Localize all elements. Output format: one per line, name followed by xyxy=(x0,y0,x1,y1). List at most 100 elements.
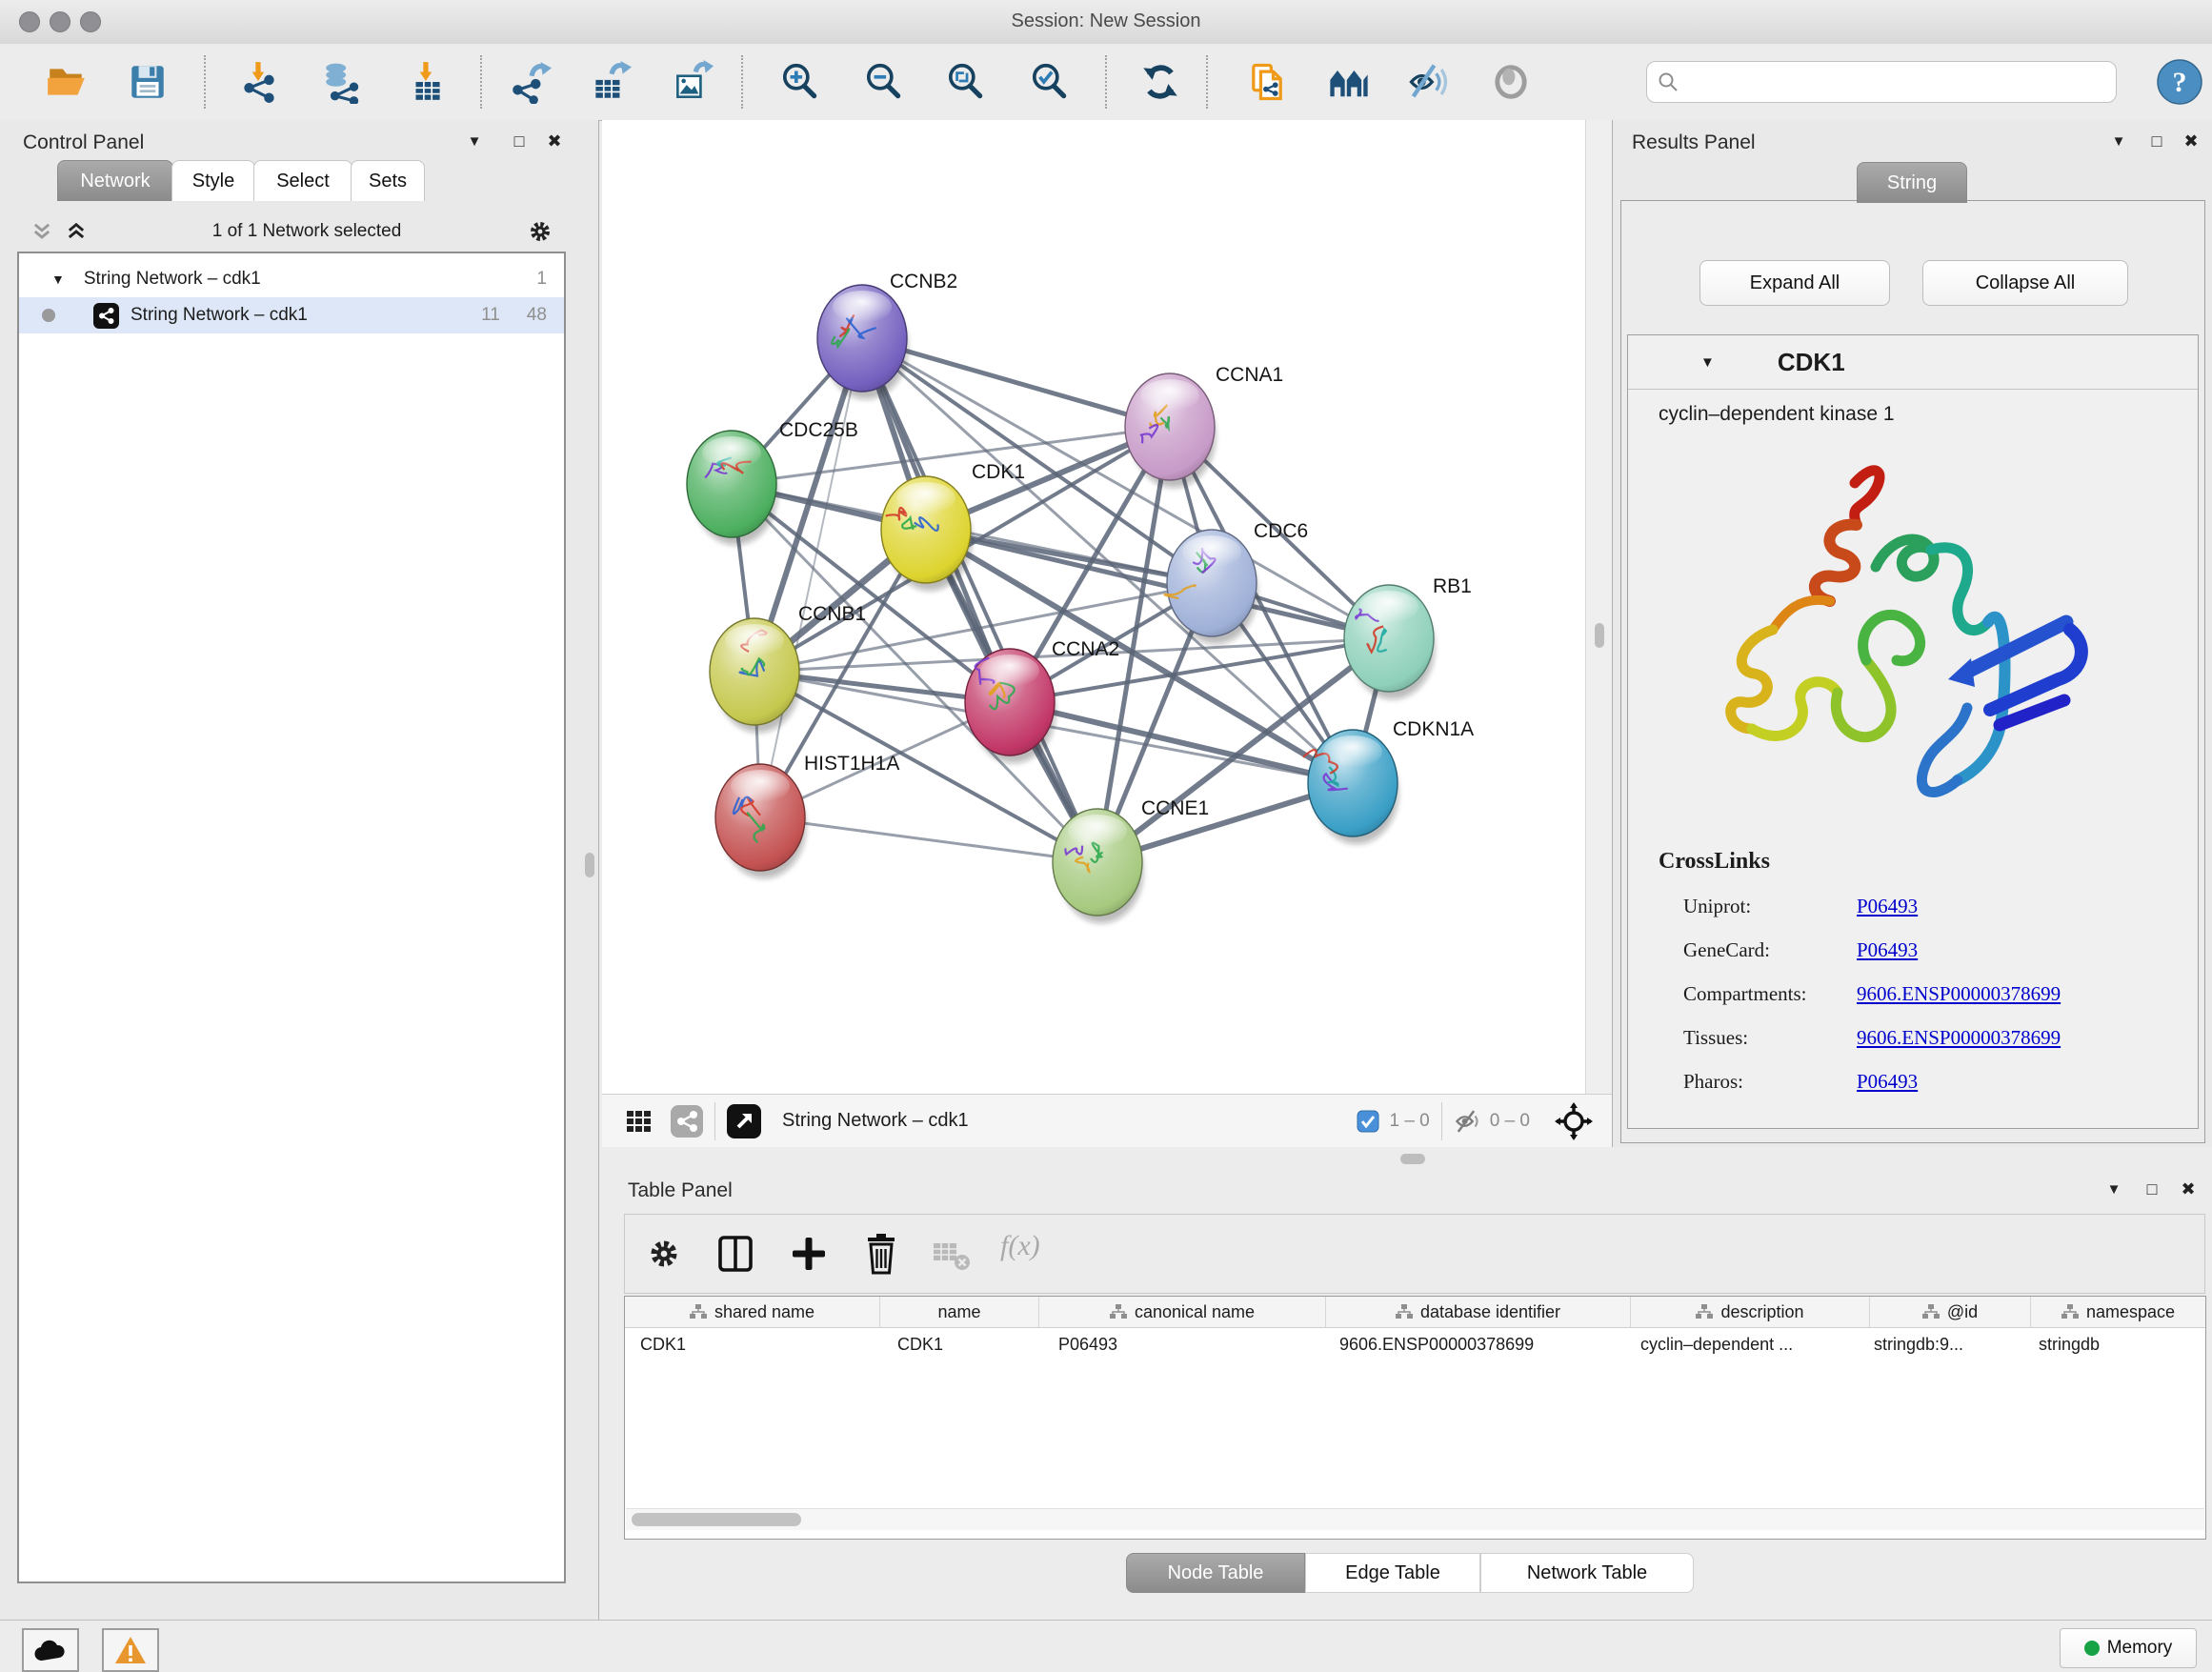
tab-network[interactable]: Network xyxy=(57,160,173,201)
collapse-all-button[interactable]: Collapse All xyxy=(1922,260,2128,306)
open-session-button[interactable] xyxy=(38,53,95,111)
network-node-RB1[interactable]: RB1 xyxy=(1344,575,1472,699)
birds-eye-button[interactable] xyxy=(1555,1102,1593,1140)
network-edge-CCNA2-CDKN1A[interactable] xyxy=(1010,702,1353,783)
import-database-icon xyxy=(321,60,365,104)
expand-all-networks-button[interactable] xyxy=(65,220,88,243)
network-edge-HIST1H1A-CCNE1[interactable] xyxy=(760,817,1097,862)
close-panel-button[interactable]: ✖ xyxy=(540,131,569,151)
maximize-panel-button[interactable]: □ xyxy=(505,131,533,151)
network-view[interactable]: CCNB2CCNA1CDC25BCDK1CDC6RB1CCNB1CCNA2CDK… xyxy=(602,120,1585,1094)
column-header-shared-name[interactable]: shared name xyxy=(625,1297,880,1327)
network-node-CCNE1[interactable]: CCNE1 xyxy=(1053,797,1209,923)
save-session-button[interactable] xyxy=(119,53,176,111)
network-collection-row[interactable]: ▼ String Network – cdk1 1 xyxy=(19,261,564,297)
refresh-button[interactable] xyxy=(1132,53,1189,111)
maximize-panel-button[interactable]: □ xyxy=(2142,131,2171,151)
cloud-status-button[interactable] xyxy=(22,1628,79,1672)
show-columns-button[interactable] xyxy=(716,1234,754,1274)
maximize-panel-button[interactable]: □ xyxy=(2138,1179,2166,1199)
function-builder-button-disabled[interactable]: f(x) xyxy=(1000,1230,1040,1262)
zoom-in-button[interactable] xyxy=(772,53,829,111)
collapse-all-networks-button[interactable] xyxy=(30,220,53,243)
float-panel-button[interactable]: ▼ xyxy=(460,133,489,150)
column-header-name[interactable]: name xyxy=(880,1297,1039,1327)
table-row[interactable]: CDK1 CDK1 P06493 9606.ENSP00000378699 cy… xyxy=(625,1328,2205,1360)
table-horizontal-scrollbar[interactable] xyxy=(626,1508,2204,1530)
column-header-id[interactable]: @id xyxy=(1870,1297,2031,1327)
import-table-button[interactable] xyxy=(398,53,455,111)
network-row-selected[interactable]: String Network – cdk1 11 48 xyxy=(19,297,564,333)
svg-text:?: ? xyxy=(2173,67,2187,98)
delete-column-button[interactable] xyxy=(861,1232,901,1276)
float-panel-button[interactable]: ▼ xyxy=(2104,133,2133,150)
tab-string[interactable]: String xyxy=(1857,162,1967,203)
column-header-database-identifier[interactable]: database identifier xyxy=(1326,1297,1631,1327)
memory-button[interactable]: Memory xyxy=(2060,1628,2197,1668)
import-database-button[interactable] xyxy=(314,53,372,111)
network-node-CCNA1[interactable]: CCNA1 xyxy=(1125,364,1283,488)
panel-divider-handle[interactable] xyxy=(1595,623,1604,648)
tab-node-table[interactable]: Node Table xyxy=(1126,1553,1305,1593)
float-panel-button[interactable]: ▼ xyxy=(2100,1181,2128,1198)
collection-expander-icon[interactable]: ▼ xyxy=(51,272,65,287)
scrollbar-thumb[interactable] xyxy=(632,1513,801,1526)
column-header-canonical-name[interactable]: canonical name xyxy=(1039,1297,1326,1327)
grid-view-button[interactable] xyxy=(625,1107,654,1136)
network-edge-CCNB2-CCNA1[interactable] xyxy=(862,338,1170,427)
compartments-link[interactable]: 9606.ENSP00000378699 xyxy=(1857,982,2061,1005)
first-neighbors-button[interactable] xyxy=(1320,53,1377,111)
panel-divider-handle[interactable] xyxy=(585,853,594,877)
search-input[interactable] xyxy=(1679,71,2106,93)
network-edge-CCNB2-CCNE1[interactable] xyxy=(862,338,1097,862)
add-column-button[interactable] xyxy=(789,1234,829,1274)
tab-select[interactable]: Select xyxy=(253,160,352,201)
show-all-button[interactable] xyxy=(1482,53,1539,111)
node-label-RB1: RB1 xyxy=(1433,575,1472,597)
network-node-HIST1H1A[interactable]: HIST1H1A xyxy=(715,753,899,878)
export-network-button[interactable] xyxy=(501,53,558,111)
table-header-row: shared name name canonical name database… xyxy=(625,1297,2205,1328)
help-button[interactable]: ? xyxy=(2155,57,2204,107)
string-results-box: Expand All Collapse All ▼ CDK1 cyclin–de… xyxy=(1620,200,2205,1143)
export-table-button[interactable] xyxy=(581,53,638,111)
export-image-button[interactable] xyxy=(663,53,720,111)
zoom-selected-button[interactable] xyxy=(1021,53,1078,111)
hide-selected-button[interactable] xyxy=(1400,53,1458,111)
network-options-button[interactable] xyxy=(526,217,554,246)
expand-all-button[interactable]: Expand All xyxy=(1699,260,1890,306)
gene-header[interactable]: ▼ CDK1 xyxy=(1628,335,2198,390)
tab-style[interactable]: Style xyxy=(171,160,255,201)
network-edge-CCNB2-HIST1H1A[interactable] xyxy=(760,338,862,817)
import-network-button[interactable] xyxy=(231,53,288,111)
zoom-fit-button[interactable] xyxy=(937,53,995,111)
warnings-button[interactable] xyxy=(102,1628,159,1672)
toolbar-separator xyxy=(480,55,482,109)
network-canvas[interactable]: CCNB2CCNA1CDC25BCDK1CDC6RB1CCNB1CCNA2CDK… xyxy=(602,120,1585,1094)
hidden-toggle[interactable] xyxy=(1454,1107,1482,1136)
close-panel-button[interactable]: ✖ xyxy=(2177,131,2205,151)
tissues-link[interactable]: 9606.ENSP00000378699 xyxy=(1857,1026,2061,1049)
selected-checkbox[interactable] xyxy=(1357,1110,1379,1133)
column-header-namespace[interactable]: namespace xyxy=(2031,1297,2205,1327)
tab-sets[interactable]: Sets xyxy=(351,160,425,201)
tab-network-table[interactable]: Network Table xyxy=(1480,1553,1694,1593)
clone-network-button[interactable] xyxy=(1238,53,1296,111)
genecard-link[interactable]: P06493 xyxy=(1857,938,1918,961)
panel-divider-handle[interactable] xyxy=(1400,1154,1425,1164)
network-node-CDKN1A[interactable]: CDKN1A xyxy=(1303,718,1474,844)
pharos-link[interactable]: P06493 xyxy=(1857,1070,1918,1093)
column-header-description[interactable]: description xyxy=(1631,1297,1870,1327)
table-options-button[interactable] xyxy=(646,1236,682,1272)
tab-edge-table[interactable]: Edge Table xyxy=(1305,1553,1480,1593)
open-in-window-button[interactable] xyxy=(727,1104,761,1138)
network-badge-button[interactable] xyxy=(671,1105,703,1138)
search-field[interactable] xyxy=(1646,61,2117,103)
network-node-CDC6[interactable]: CDC6 xyxy=(1164,520,1308,644)
footer-separator xyxy=(714,1102,715,1140)
gene-expander-icon[interactable]: ▼ xyxy=(1700,354,1715,371)
delete-table-button-disabled[interactable] xyxy=(932,1239,972,1272)
close-panel-button[interactable]: ✖ xyxy=(2174,1179,2202,1199)
zoom-out-button[interactable] xyxy=(855,53,913,111)
uniprot-link[interactable]: P06493 xyxy=(1857,895,1918,917)
